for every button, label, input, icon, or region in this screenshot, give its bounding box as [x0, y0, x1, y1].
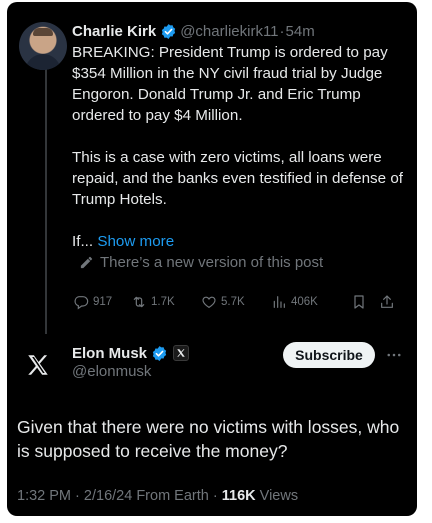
views-button[interactable]: 406K — [271, 294, 351, 310]
post2-header: Elon Musk — [72, 342, 190, 364]
pencil-icon — [80, 256, 93, 269]
thread-line — [45, 66, 47, 334]
post1-actions: 917 1.7K 5.7K 406K — [73, 291, 413, 313]
reply-count: 917 — [93, 296, 113, 308]
post1-paragraph: This is a case with zero victims, all lo… — [72, 149, 403, 208]
separator-dot: · — [75, 488, 80, 504]
more-options-button[interactable] — [385, 346, 407, 364]
reply-button[interactable]: 917 — [73, 294, 131, 310]
verified-badge-icon — [152, 345, 167, 361]
subscribe-button[interactable]: Subscribe — [283, 342, 375, 368]
post1-header: Charlie Kirk @charliekirk11 · 54m — [72, 20, 315, 42]
avatar-charlie-kirk[interactable] — [19, 22, 67, 70]
truncated-text: If... — [72, 233, 94, 250]
post-card: Charlie Kirk @charliekirk11 · 54m BREAKI… — [7, 2, 417, 516]
post1-text: BREAKING: President Trump is ordered to … — [72, 42, 412, 252]
post2-text: Given that there were no victims with lo… — [17, 417, 400, 461]
edited-notice[interactable]: There’s a new version of this post — [79, 254, 323, 271]
repost-icon — [133, 296, 145, 308]
author-name[interactable]: Elon Musk — [72, 345, 147, 362]
post1-truncated-line: If... Show more — [72, 231, 412, 252]
post-time[interactable]: 54m — [286, 23, 315, 40]
share-button[interactable] — [379, 294, 407, 310]
repost-button[interactable]: 1.7K — [131, 294, 201, 310]
avatar-elon-musk[interactable] — [17, 344, 59, 386]
author-handle[interactable]: @elonmusk — [72, 363, 151, 380]
x-logo-icon — [28, 355, 48, 375]
separator-dot: · — [279, 22, 285, 40]
like-button[interactable]: 5.7K — [201, 294, 271, 310]
edited-notice-text: There’s a new version of this post — [100, 254, 324, 271]
bar-chart-icon — [273, 296, 285, 308]
post2-meta: 1:32 PM · 2/16/24 From Earth · 116K View… — [17, 488, 298, 504]
author-name[interactable]: Charlie Kirk — [72, 23, 156, 40]
author-handle[interactable]: @charliekirk11 — [180, 23, 278, 40]
repost-count: 1.7K — [151, 296, 175, 308]
separator-dot: · — [212, 488, 218, 504]
post-time[interactable]: 1:32 PM — [17, 488, 71, 504]
view-count: 406K — [291, 296, 318, 308]
post-source: From Earth — [136, 488, 209, 504]
show-more-link[interactable]: Show more — [97, 233, 174, 250]
more-icon — [387, 353, 401, 357]
bookmark-icon — [354, 295, 364, 309]
x-affiliate-badge-icon — [173, 345, 190, 361]
share-icon — [381, 295, 393, 308]
view-count: 116K — [221, 488, 256, 504]
post-date[interactable]: 2/16/24 — [84, 488, 132, 504]
verified-badge-icon — [162, 23, 176, 39]
reply-icon — [74, 296, 89, 310]
post1-paragraph: BREAKING: President Trump is ordered to … — [72, 44, 388, 124]
views-label: Views — [259, 488, 299, 504]
bookmark-button[interactable] — [351, 294, 379, 310]
heart-icon — [202, 296, 216, 309]
like-count: 5.7K — [221, 296, 245, 308]
